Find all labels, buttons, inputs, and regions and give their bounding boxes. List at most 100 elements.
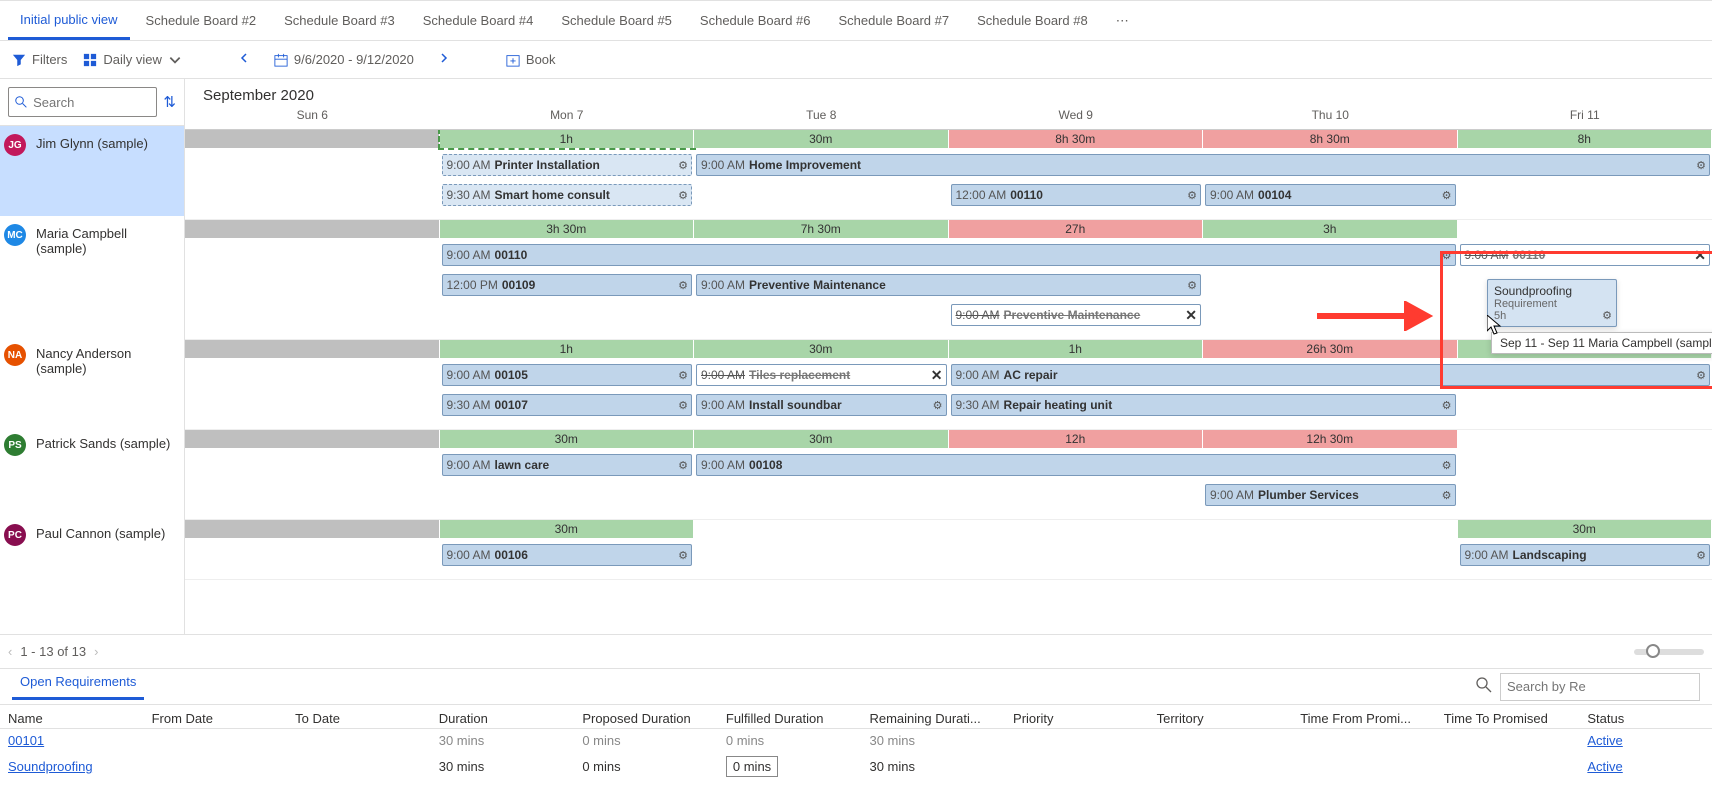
gear-icon[interactable]: ⚙ xyxy=(678,399,688,412)
pager-prev-button[interactable]: ‹ xyxy=(8,644,12,659)
close-icon[interactable]: ✕ xyxy=(1694,247,1706,264)
pager-next-button[interactable]: › xyxy=(94,644,98,659)
status-link[interactable]: Active xyxy=(1587,733,1622,748)
gear-icon[interactable]: ⚙ xyxy=(933,399,943,412)
gear-icon[interactable]: ⚙ xyxy=(678,189,688,202)
column-header[interactable]: Time To Promised xyxy=(1436,705,1580,729)
booking-bar[interactable]: 9:00 AMPrinter Installation⚙ xyxy=(442,154,693,176)
gear-icon[interactable]: ⚙ xyxy=(1442,189,1452,202)
booking-bar[interactable]: 9:00 AM00108⚙ xyxy=(696,454,1456,476)
booking-time: 9:00 AM xyxy=(447,248,491,262)
booking-bar[interactable]: 9:00 AM00104⚙ xyxy=(1205,184,1456,206)
resource-row[interactable]: PSPatrick Sands (sample) xyxy=(0,426,184,516)
booking-bar[interactable]: 9:00 AMLandscaping⚙ xyxy=(1460,544,1711,566)
booking-bar[interactable]: 9:00 AM Preventive Maintenance ⚙ xyxy=(696,274,1201,296)
gear-icon[interactable]: ⚙ xyxy=(1696,159,1706,172)
booking-bar[interactable]: 9:00 AMAC repair⚙ xyxy=(951,364,1711,386)
resource-search-box[interactable] xyxy=(8,87,157,117)
gear-icon[interactable]: ⚙ xyxy=(1187,279,1197,292)
next-week-button[interactable] xyxy=(430,48,458,71)
gear-icon[interactable]: ⚙ xyxy=(1442,249,1452,262)
board-tab[interactable]: Schedule Board #2 xyxy=(134,2,269,40)
gear-icon[interactable]: ⚙ xyxy=(678,159,688,172)
resource-row[interactable]: JGJim Glynn (sample) xyxy=(0,126,184,216)
column-header[interactable]: Proposed Duration xyxy=(574,705,718,729)
book-button[interactable]: Book xyxy=(506,52,556,67)
booking-bar[interactable]: 9:00 AM00106⚙ xyxy=(442,544,693,566)
column-header[interactable]: Remaining Durati... xyxy=(861,705,1005,729)
booking-bar[interactable]: 9:00 AMInstall soundbar⚙ xyxy=(696,394,947,416)
gear-icon[interactable]: ⚙ xyxy=(1696,549,1706,562)
zoom-slider[interactable] xyxy=(1634,649,1704,655)
column-header[interactable]: Status xyxy=(1579,705,1712,729)
booking-time: 9:00 AM xyxy=(701,278,745,292)
resource-row[interactable]: MCMaria Campbell (sample) xyxy=(0,216,184,336)
board-tab[interactable]: Schedule Board #6 xyxy=(688,2,823,40)
gear-icon[interactable]: ⚙ xyxy=(1187,189,1197,202)
column-header[interactable]: Name xyxy=(0,705,144,729)
zoom-knob[interactable] xyxy=(1646,644,1660,658)
utilization-cell: 30m xyxy=(440,430,695,448)
booking-bar[interactable]: 9:00 AMPlumber Services⚙ xyxy=(1205,484,1456,506)
booking-title: Preventive Maintenance xyxy=(749,278,886,292)
gear-icon[interactable]: ⚙ xyxy=(678,279,688,292)
booking-bar[interactable]: 9:30 AMRepair heating unit⚙ xyxy=(951,394,1456,416)
status-link[interactable]: Active xyxy=(1587,759,1622,774)
column-header[interactable]: Priority xyxy=(1005,705,1149,729)
gear-icon[interactable]: ⚙ xyxy=(1442,459,1452,472)
booking-bar[interactable]: 9:00 AMPreventive Maintenance✕ xyxy=(951,304,1202,326)
resource-row[interactable]: PCPaul Cannon (sample) xyxy=(0,516,184,576)
more-tabs-button[interactable]: ⋯ xyxy=(1104,13,1141,29)
close-icon[interactable]: ✕ xyxy=(1185,307,1197,324)
board-tab[interactable]: Schedule Board #4 xyxy=(411,2,546,40)
booking-bar[interactable]: 9:30 AMSmart home consult⚙ xyxy=(442,184,693,206)
gear-icon[interactable]: ⚙ xyxy=(678,549,688,562)
board-tab[interactable]: Schedule Board #8 xyxy=(965,2,1100,40)
booking-bar[interactable]: 9:00 AM00110✕ xyxy=(1460,244,1711,266)
requirements-search-input[interactable] xyxy=(1500,673,1700,701)
utilization-cell xyxy=(185,220,440,238)
gear-icon[interactable]: ⚙ xyxy=(1442,399,1452,412)
drag-preview-card[interactable]: Soundproofing Requirement 5h ⚙ xyxy=(1487,279,1617,327)
gear-icon[interactable]: ⚙ xyxy=(678,369,688,382)
column-header[interactable]: To Date xyxy=(287,705,431,729)
requirements-search-button[interactable] xyxy=(1476,677,1492,696)
requirement-link[interactable]: 00101 xyxy=(8,733,44,748)
table-row[interactable]: 0010130 mins0 mins0 mins30 minsActive xyxy=(0,729,1712,753)
booking-bar[interactable]: 9:00 AMTiles replacement✕ xyxy=(696,364,947,386)
board-tab[interactable]: Schedule Board #3 xyxy=(272,2,407,40)
chevron-left-icon xyxy=(238,52,250,64)
table-row[interactable]: Soundproofing30 mins0 mins0 mins30 minsA… xyxy=(0,752,1712,781)
booking-bar[interactable]: 9:00 AMlawn care⚙ xyxy=(442,454,693,476)
board-tab[interactable]: Schedule Board #5 xyxy=(549,2,684,40)
booking-time: 9:00 AM xyxy=(447,368,491,382)
view-mode-dropdown[interactable]: Daily view xyxy=(83,52,182,67)
booking-bar[interactable]: 12:00 AM00110⚙ xyxy=(951,184,1202,206)
booking-bar[interactable]: 9:00 AM00105⚙ xyxy=(442,364,693,386)
gear-icon[interactable]: ⚙ xyxy=(678,459,688,472)
column-header[interactable]: Time From Promi... xyxy=(1292,705,1436,729)
booking-time: 9:00 AM xyxy=(1465,548,1509,562)
sort-toggle-button[interactable]: ⇅ xyxy=(163,93,176,111)
utilization-cell: 3h xyxy=(1203,220,1458,238)
booking-bar[interactable]: 9:00 AMHome Improvement⚙ xyxy=(696,154,1710,176)
requirement-link[interactable]: Soundproofing xyxy=(8,759,93,774)
board-tab[interactable]: Initial public view xyxy=(8,2,130,40)
open-requirements-tab[interactable]: Open Requirements xyxy=(12,674,144,700)
date-range-picker[interactable]: 9/6/2020 - 9/12/2020 xyxy=(274,52,414,67)
booking-bar[interactable]: 9:00 AM00110⚙ xyxy=(442,244,1456,266)
column-header[interactable]: Duration xyxy=(431,705,575,729)
resource-search-input[interactable] xyxy=(33,95,150,110)
booking-bar[interactable]: 9:30 AM00107⚙ xyxy=(442,394,693,416)
booking-bar[interactable]: 12:00 PM00109⚙ xyxy=(442,274,693,296)
board-tab[interactable]: Schedule Board #7 xyxy=(827,2,962,40)
gear-icon[interactable]: ⚙ xyxy=(1442,489,1452,502)
resource-row[interactable]: NANancy Anderson (sample) xyxy=(0,336,184,426)
column-header[interactable]: From Date xyxy=(144,705,288,729)
close-icon[interactable]: ✕ xyxy=(931,367,943,384)
prev-week-button[interactable] xyxy=(230,48,258,71)
column-header[interactable]: Territory xyxy=(1149,705,1293,729)
column-header[interactable]: Fulfilled Duration xyxy=(718,705,862,729)
gear-icon[interactable]: ⚙ xyxy=(1696,369,1706,382)
filters-button[interactable]: Filters xyxy=(12,52,67,67)
